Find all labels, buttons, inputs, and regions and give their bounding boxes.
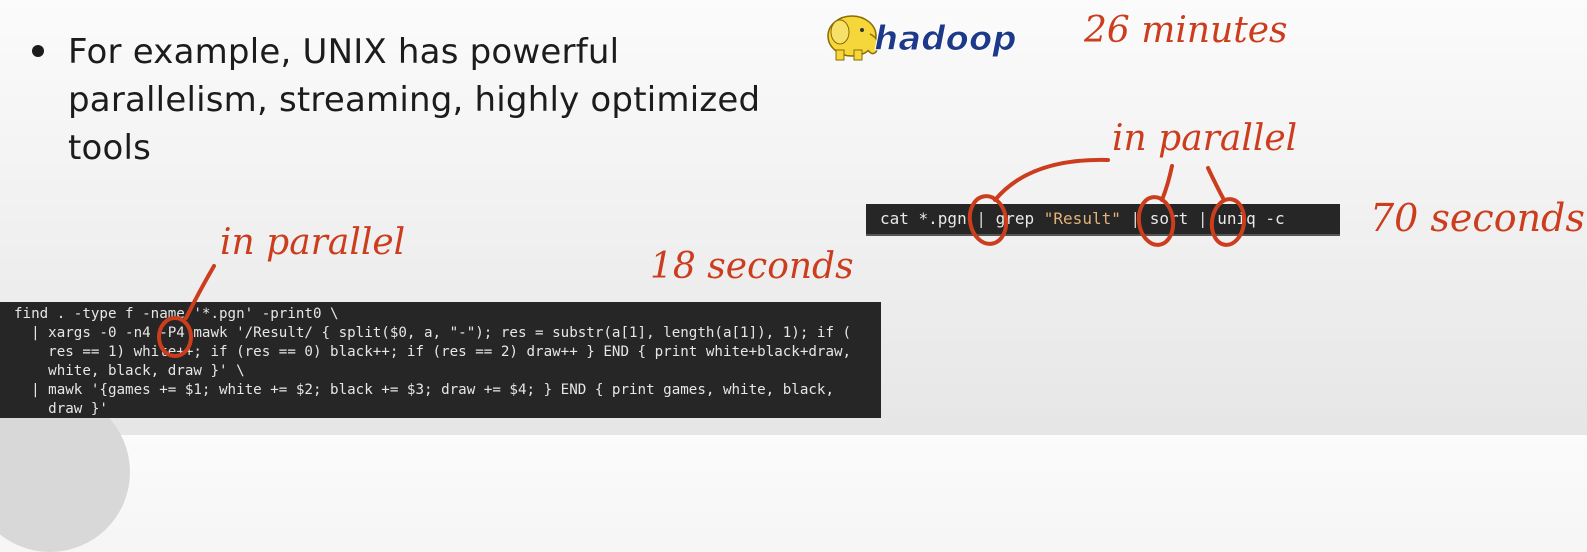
code-line-5: | mawk '{games += $1; white += $2; black… xyxy=(14,382,834,398)
pipeline-time-label: 70 seconds xyxy=(1370,196,1585,240)
in-parallel-top-label: in parallel xyxy=(1112,118,1298,159)
uniq-segment: uniq -c xyxy=(1217,209,1285,228)
grep-segment: grep xyxy=(995,209,1044,228)
curve-to-pipe-1 xyxy=(993,157,1110,202)
code-line-6: draw }' xyxy=(14,401,108,417)
grep-argument: "Result" xyxy=(1043,209,1121,228)
cat-segment: cat *.pgn xyxy=(880,209,967,228)
code-line-3: res == 1) white++; if (res == 0) black++… xyxy=(14,344,852,360)
pipe-separator-1: | xyxy=(966,209,996,228)
pipeline-command: cat *.pgn | grep "Result" | sort | uniq … xyxy=(880,209,1285,228)
line-to-pipe-2 xyxy=(1160,164,1174,202)
bullet-text: For example, UNIX has powerful paralleli… xyxy=(68,32,761,168)
pipe-separator-2: | xyxy=(1120,209,1150,228)
code-line-2: | xargs -0 -n4 -P4 mawk '/Result/ { spli… xyxy=(14,325,852,341)
sort-segment: sort xyxy=(1149,209,1189,228)
line-to-pipe-3 xyxy=(1206,166,1226,202)
hadoop-logo-text: hadoop xyxy=(874,19,1017,59)
find-time-label: 18 seconds xyxy=(650,246,854,287)
find-terminal: find . -type f -name '*.pgn' -print0 \ |… xyxy=(0,302,881,418)
code-line-1: find . -type f -name '*.pgn' -print0 \ xyxy=(14,306,339,322)
hadoop-time-label: 26 minutes xyxy=(1084,10,1288,51)
in-parallel-bottom-label: in parallel xyxy=(220,222,406,263)
elephant-icon xyxy=(827,15,879,61)
pipeline-terminal: cat *.pgn | grep "Result" | sort | uniq … xyxy=(866,204,1340,236)
hadoop-logo: hadoop xyxy=(827,15,1017,61)
pipe-separator-3: | xyxy=(1188,209,1218,228)
bullet-point: For example, UNIX has powerful paralleli… xyxy=(28,28,788,172)
code-line-4: white, black, draw }' \ xyxy=(14,363,245,379)
bullet-dot-icon xyxy=(32,45,44,57)
